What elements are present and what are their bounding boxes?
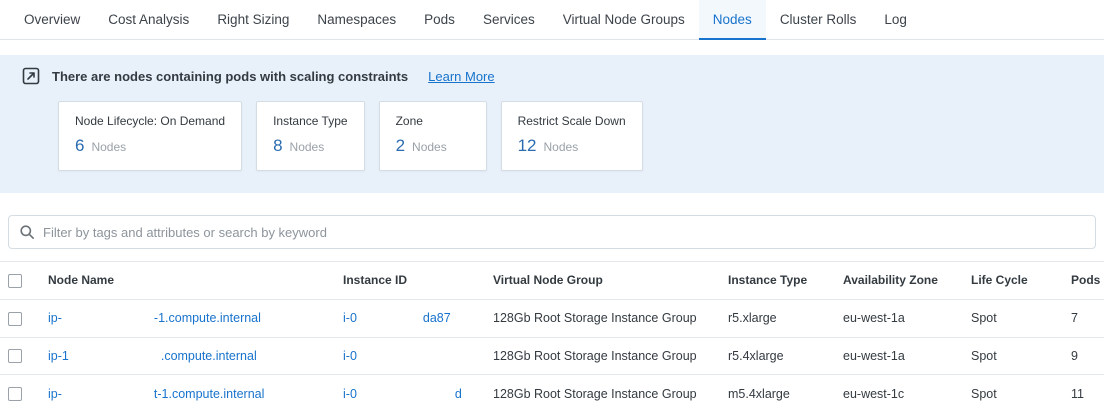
column-life-cycle: Life Cycle xyxy=(963,262,1063,300)
life-cycle-cell: Spot xyxy=(963,337,1063,375)
pods-cell: 11 xyxy=(1063,375,1104,404)
table-row[interactable]: ip-1.compute.internal i-0 128Gb Root Sto… xyxy=(0,337,1104,375)
tab-services[interactable]: Services xyxy=(469,0,549,39)
table-row[interactable]: ip--1.compute.internal i-0da87 128Gb Roo… xyxy=(0,299,1104,337)
node-name-link[interactable]: ip-t-1.compute.internal xyxy=(48,387,264,401)
card-instance-type[interactable]: Instance Type 8 Nodes xyxy=(256,101,365,171)
row-checkbox[interactable] xyxy=(8,387,22,401)
card-value: 8 xyxy=(273,136,282,156)
instance-type-cell: r5.xlarge xyxy=(720,299,835,337)
search-input[interactable] xyxy=(43,225,1085,240)
vng-cell: 128Gb Root Storage Instance Group xyxy=(485,299,720,337)
column-pods: Pods xyxy=(1063,262,1104,300)
constraint-summary-cards: Node Lifecycle: On Demand 6 Nodes Instan… xyxy=(58,101,1082,171)
tab-virtual-node-groups[interactable]: Virtual Node Groups xyxy=(549,0,699,39)
vng-cell: 128Gb Root Storage Instance Group xyxy=(485,375,720,404)
instance-id-link[interactable]: i-0 xyxy=(343,349,423,363)
filter-search-bar[interactable] xyxy=(8,215,1096,249)
scaling-constraints-banner: There are nodes containing pods with sca… xyxy=(0,55,1104,193)
tab-namespaces[interactable]: Namespaces xyxy=(303,0,410,39)
column-availability-zone: Availability Zone xyxy=(835,262,963,300)
card-zone[interactable]: Zone 2 Nodes xyxy=(379,101,487,171)
card-node-lifecycle[interactable]: Node Lifecycle: On Demand 6 Nodes xyxy=(58,101,242,171)
life-cycle-cell: Spot xyxy=(963,299,1063,337)
tab-pods[interactable]: Pods xyxy=(410,0,469,39)
card-label: Zone xyxy=(396,114,470,128)
scaling-constraints-icon xyxy=(22,67,40,85)
vng-cell: 128Gb Root Storage Instance Group xyxy=(485,337,720,375)
availability-zone-cell: eu-west-1a xyxy=(835,337,963,375)
tab-bar: Overview Cost Analysis Right Sizing Name… xyxy=(0,0,1104,40)
life-cycle-cell: Spot xyxy=(963,375,1063,404)
card-label: Instance Type xyxy=(273,114,348,128)
tab-cluster-rolls[interactable]: Cluster Rolls xyxy=(766,0,871,39)
node-name-link[interactable]: ip--1.compute.internal xyxy=(48,311,261,325)
tab-nodes[interactable]: Nodes xyxy=(699,0,766,39)
row-checkbox[interactable] xyxy=(8,349,22,363)
learn-more-link[interactable]: Learn More xyxy=(428,69,494,84)
card-label: Restrict Scale Down xyxy=(518,114,626,128)
node-name-link[interactable]: ip-1.compute.internal xyxy=(48,349,257,363)
column-instance-type: Instance Type xyxy=(720,262,835,300)
card-restrict-scale-down[interactable]: Restrict Scale Down 12 Nodes xyxy=(501,101,643,171)
column-node-name: Node Name xyxy=(40,262,335,300)
tab-cost-analysis[interactable]: Cost Analysis xyxy=(94,0,203,39)
tab-overview[interactable]: Overview xyxy=(10,0,94,39)
column-instance-id: Instance ID xyxy=(335,262,485,300)
instance-id-link[interactable]: i-0d xyxy=(343,387,462,401)
pods-cell: 9 xyxy=(1063,337,1104,375)
card-unit: Nodes xyxy=(412,140,447,154)
instance-type-cell: r5.4xlarge xyxy=(720,337,835,375)
instance-type-cell: m5.4xlarge xyxy=(720,375,835,404)
card-value: 6 xyxy=(75,136,84,156)
card-value: 2 xyxy=(396,136,405,156)
card-value: 12 xyxy=(518,136,537,156)
column-virtual-node-group: Virtual Node Group xyxy=(485,262,720,300)
instance-id-link[interactable]: i-0da87 xyxy=(343,311,451,325)
nodes-table: Node Name Instance ID Virtual Node Group… xyxy=(0,261,1104,404)
table-row[interactable]: ip-t-1.compute.internal i-0d 128Gb Root … xyxy=(0,375,1104,404)
card-unit: Nodes xyxy=(544,140,579,154)
pods-cell: 7 xyxy=(1063,299,1104,337)
card-unit: Nodes xyxy=(91,140,126,154)
select-all-checkbox[interactable] xyxy=(8,274,22,288)
tab-log[interactable]: Log xyxy=(870,0,921,39)
table-header-row: Node Name Instance ID Virtual Node Group… xyxy=(0,262,1104,300)
availability-zone-cell: eu-west-1c xyxy=(835,375,963,404)
availability-zone-cell: eu-west-1a xyxy=(835,299,963,337)
banner-message: There are nodes containing pods with sca… xyxy=(52,69,408,84)
card-label: Node Lifecycle: On Demand xyxy=(75,114,225,128)
tab-right-sizing[interactable]: Right Sizing xyxy=(203,0,303,39)
card-unit: Nodes xyxy=(290,140,325,154)
search-icon xyxy=(19,224,35,240)
row-checkbox[interactable] xyxy=(8,312,22,326)
